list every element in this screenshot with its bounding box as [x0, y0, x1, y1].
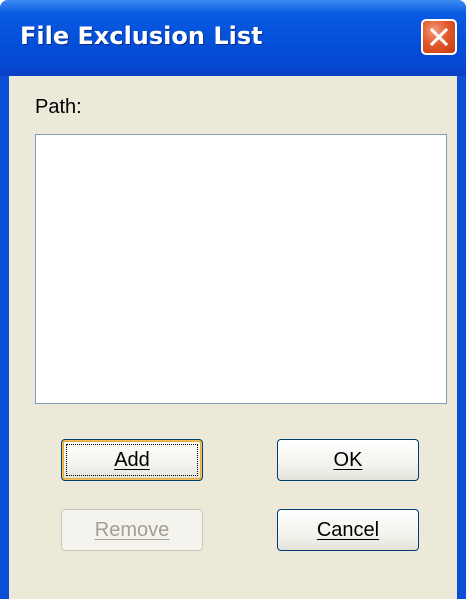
dialog-body: Path: Add OK Remove Cancel	[9, 76, 457, 599]
add-button-label: Add	[114, 449, 150, 471]
remove-button: Remove	[61, 509, 203, 551]
title-bar[interactable]: File Exclusion List	[0, 0, 466, 76]
path-list[interactable]	[35, 134, 447, 404]
dialog-window: File Exclusion List Path: Add OK Remove …	[0, 0, 466, 599]
ok-button[interactable]: OK	[277, 439, 419, 481]
close-icon	[429, 27, 449, 47]
remove-button-label: Remove	[94, 519, 170, 541]
path-label: Path:	[35, 96, 82, 118]
ok-button-label: OK	[333, 449, 363, 471]
window-title: File Exclusion List	[20, 22, 263, 50]
add-button[interactable]: Add	[61, 439, 203, 481]
cancel-button-label: Cancel	[316, 519, 380, 541]
cancel-button[interactable]: Cancel	[277, 509, 419, 551]
close-button[interactable]	[421, 19, 457, 55]
